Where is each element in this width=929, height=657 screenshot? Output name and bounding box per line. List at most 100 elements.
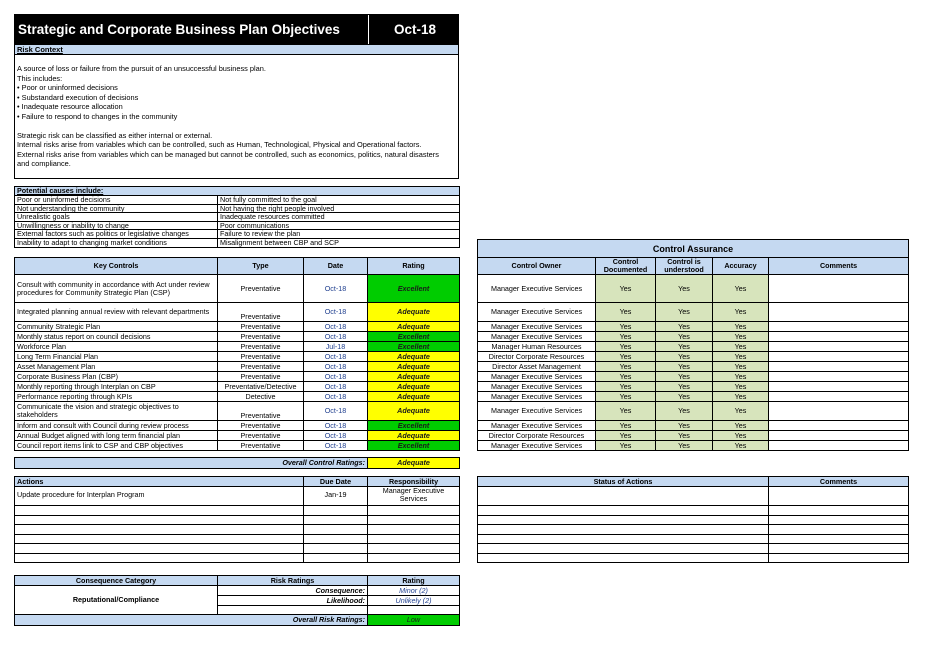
control-type: Preventative	[217, 430, 304, 441]
col-actions: Actions	[14, 476, 304, 487]
control-date: Oct-18	[303, 274, 368, 303]
control-type: Preventative	[217, 420, 304, 431]
empty-cell	[768, 524, 909, 535]
empty-cell	[14, 505, 304, 516]
empty-cell	[768, 486, 909, 506]
cause-text: Poor communications	[217, 220, 460, 231]
cause-text: Misalignment between CBP and SCP	[217, 237, 460, 248]
control-owner: Director Corporate Resources	[477, 351, 596, 362]
blank-cell	[367, 605, 460, 615]
status-row-empty	[477, 533, 909, 544]
empty-cell	[303, 533, 368, 544]
action-row-empty	[14, 514, 460, 525]
action-row-empty	[14, 505, 460, 516]
col-control-documented: Control Documented	[595, 257, 656, 275]
col-control-owner: Control Owner	[477, 257, 596, 275]
assurance-row: Manager Executive Services Yes Yes Yes	[477, 401, 910, 421]
status-row-empty	[477, 552, 909, 563]
empty-cell	[477, 552, 769, 563]
control-owner: Manager Executive Services	[477, 331, 596, 342]
likelihood-label: Likelihood:	[217, 595, 368, 606]
col-status-comments: Comments	[768, 476, 909, 487]
cause-row: External factors such as politics or leg…	[14, 229, 460, 239]
risk-context-line: • Inadequate resource allocation	[17, 102, 123, 111]
control-owner: Manager Executive Services	[477, 274, 596, 303]
status-row-empty	[477, 486, 909, 506]
control-comment	[767, 331, 910, 342]
empty-cell	[303, 552, 368, 563]
control-row: Performance reporting through KPIs Detect…	[14, 391, 460, 402]
control-date: Oct-18	[303, 351, 368, 362]
control-date: Oct-18	[303, 401, 368, 421]
assurance-row: Director Corporate Resources Yes Yes Yes	[477, 430, 910, 441]
risk-context-line: External risks arise from variables whic…	[17, 149, 439, 159]
causes-heading: Potential causes include:	[14, 186, 460, 196]
risk-context: Risk Context A source of loss or failure…	[14, 44, 459, 179]
col-rating: Rating	[367, 257, 460, 275]
assurance-row: Manager Executive Services Yes Yes Yes	[477, 440, 910, 451]
control-name: Community Strategic Plan	[14, 321, 218, 332]
control-documented: Yes	[595, 381, 656, 392]
control-name: Monthly reporting through Interplan on C…	[14, 381, 218, 392]
control-row: Communicate the vision and strategic obj…	[14, 401, 460, 421]
status-table: Status of Actions Comments	[477, 476, 909, 563]
control-rating: Adequate	[367, 361, 460, 372]
control-date: Oct-18	[303, 430, 368, 441]
assurance-row: Manager Executive Services Yes Yes Yes	[477, 331, 910, 342]
cause-text: Poor or uninformed decisions	[14, 195, 218, 205]
control-comment	[767, 371, 910, 382]
control-row: Asset Management Plan Preventative Oct-18 A…	[14, 361, 460, 372]
control-rating: Adequate	[367, 351, 460, 362]
cause-text: Inability to adapt to changing market co…	[14, 237, 218, 248]
control-understood: Yes	[655, 302, 713, 322]
status-row-empty	[477, 543, 909, 554]
control-row: Monthly reporting through Interplan on C…	[14, 381, 460, 392]
control-documented: Yes	[595, 361, 656, 372]
action-text: Update procedure for Interplan Program	[14, 486, 304, 506]
action-due: Jan-19	[303, 486, 368, 506]
cause-row: Unwillingness or inability to change Poor…	[14, 220, 460, 231]
control-owner: Director Corporate Resources	[477, 430, 596, 441]
empty-cell	[303, 505, 368, 516]
cause-text: Failure to review the plan	[217, 229, 460, 239]
action-row-empty	[14, 543, 460, 554]
control-type: Preventative	[217, 401, 304, 421]
blank-cell	[217, 605, 368, 615]
control-row: Integrated planning annual review with r…	[14, 302, 460, 322]
control-accuracy: Yes	[712, 440, 769, 451]
cause-text: Inadequate resources committed	[217, 212, 460, 222]
assurance-row: Manager Executive Services Yes Yes Yes	[477, 381, 910, 392]
control-owner: Manager Executive Services	[477, 302, 596, 322]
risk-context-line: Internal risks arise from variables whic…	[17, 140, 422, 149]
assurance-row: Manager Executive Services Yes Yes Yes	[477, 302, 910, 322]
control-owner: Director Asset Management	[477, 361, 596, 372]
overall-control-rating: Overall Control Ratings: Adequate	[14, 457, 460, 469]
control-row: Consult with community in accordance wit…	[14, 274, 460, 303]
overall-risk-value: Low	[367, 614, 460, 626]
control-comment	[767, 351, 910, 362]
control-name: Monthly status report on council decisio…	[14, 331, 218, 342]
empty-cell	[768, 552, 909, 563]
empty-cell	[768, 533, 909, 544]
control-understood: Yes	[655, 430, 713, 441]
control-type: Preventative	[217, 302, 304, 322]
cause-row: Unrealistic goals Inadequate resources co…	[14, 212, 460, 222]
control-type: Preventative/Detective	[217, 381, 304, 392]
control-name: Communicate the vision and strategic obj…	[14, 401, 218, 421]
empty-cell	[14, 514, 304, 525]
risk-context-line	[17, 121, 456, 131]
control-comment	[767, 391, 910, 402]
consequence-value: Minor (2)	[367, 585, 460, 596]
control-date: Oct-18	[303, 440, 368, 451]
empty-cell	[367, 524, 460, 535]
control-accuracy: Yes	[712, 361, 769, 372]
control-rating: Excellent	[367, 420, 460, 431]
control-date: Oct-18	[303, 361, 368, 372]
control-owner: Manager Executive Services	[477, 401, 596, 421]
empty-cell	[367, 505, 460, 516]
cause-row: Inability to adapt to changing market co…	[14, 237, 460, 248]
control-name: Integrated planning annual review with r…	[14, 302, 218, 322]
col-comments: Comments	[767, 257, 910, 275]
risk-context-line: Strategic risk can be classified as eith…	[17, 130, 213, 140]
control-accuracy: Yes	[712, 331, 769, 342]
